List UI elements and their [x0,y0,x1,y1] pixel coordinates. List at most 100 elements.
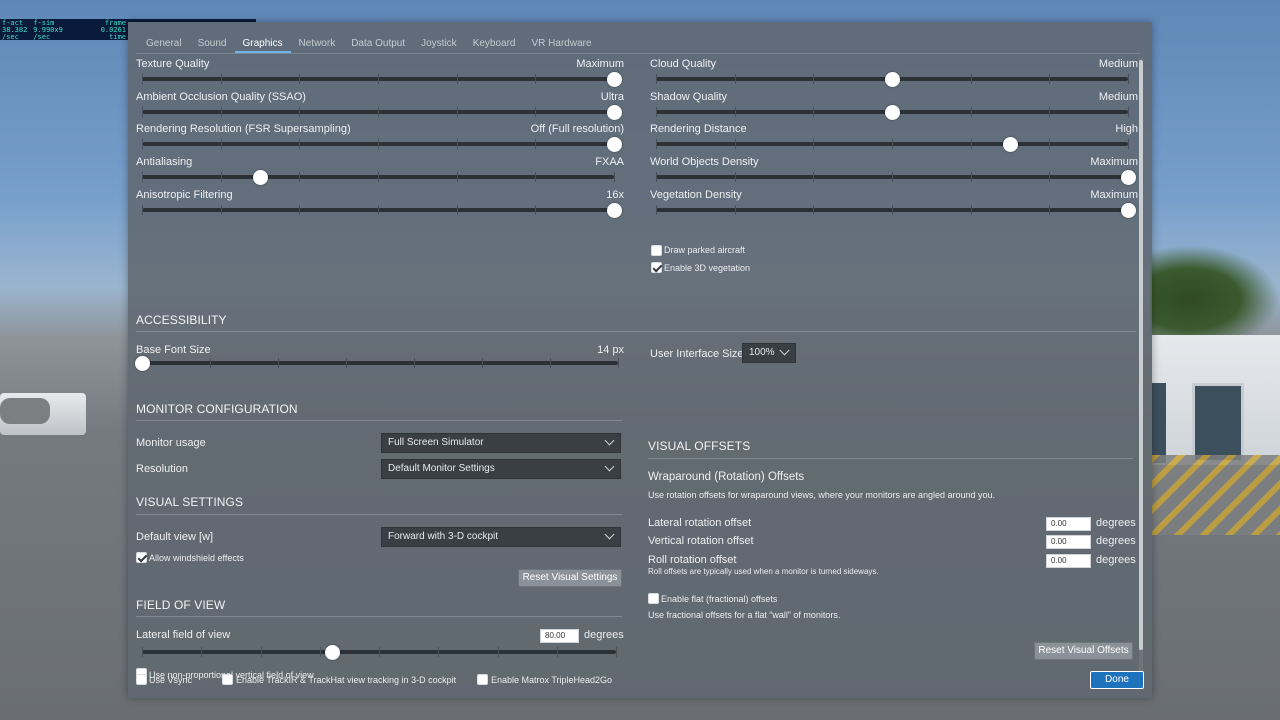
rendering-distance-slider[interactable] [656,137,1129,153]
section-divider [136,514,622,515]
slider-handle[interactable] [607,104,622,120]
roll-rotation-offset-label: Roll rotation offset [648,554,737,566]
monitor-usage-label: Monitor usage [136,437,206,449]
slider-tick [970,172,972,183]
antialiasing-slider[interactable] [142,170,615,186]
slider-tick [535,139,537,150]
cloud-quality-slider[interactable] [656,72,1129,87]
content-scrollbar-thumb[interactable] [1139,60,1143,650]
slider-handle[interactable] [253,170,268,186]
texture-quality-slider[interactable] [142,72,622,87]
resolution-select[interactable]: Default Monitor Settings [381,459,621,479]
cloud-quality-label: Cloud Quality [650,58,717,70]
base-font-size-slider[interactable] [135,356,619,371]
slider-tick [616,647,617,657]
background-hangar-door [1152,383,1166,463]
slider-tick [299,106,301,117]
roll-rotation-offset-input[interactable]: 0.00 [1046,554,1091,568]
perf-unit: /sec [2,33,19,41]
lateral-fov-input[interactable]: 80.00 [540,629,579,643]
slider-tick [438,647,440,657]
slider-tick [1049,106,1051,117]
tab-data-output[interactable]: Data Output [343,37,413,53]
done-button[interactable]: Done [1090,671,1144,689]
ambient-occlusion-quality-ssao-value: Ultra [600,90,624,103]
slider-tick [813,139,815,150]
slider-tick [414,358,415,368]
slider-tick [535,106,537,117]
tab-sound[interactable]: Sound [190,37,235,53]
slider-handle[interactable] [1121,170,1136,186]
tab-graphics[interactable]: Graphics [234,37,291,53]
tab-network[interactable]: Network [291,37,344,53]
slider-tick [656,204,657,215]
background-hangar-door [1192,383,1244,463]
wraparound-offsets-description: Use rotation offsets for wraparound view… [648,490,996,500]
vegetation-density-label: Vegetation Density [650,188,742,201]
slider-handle[interactable] [135,356,150,371]
slider-tick [378,74,379,84]
slider-tick [142,204,143,215]
slider-handle[interactable] [607,137,622,153]
draw-parked-aircraft-checkbox[interactable] [651,245,662,256]
chevron-down-icon [604,531,614,541]
tab-keyboard[interactable]: Keyboard [465,37,524,53]
slider-handle[interactable] [885,72,900,87]
slider-handle[interactable] [1003,137,1018,153]
reset-visual-offsets-button[interactable]: Reset Visual Offsets [1034,642,1133,660]
slider-tick [970,139,972,150]
slider-tick [734,139,736,150]
enable-flat-offsets-checkbox[interactable] [648,593,659,604]
world-objects-density-slider[interactable] [656,170,1136,186]
settings-content: Texture Quality Maximum Ambient Occlusion … [128,54,1138,684]
slider-handle[interactable] [324,645,340,660]
slider-tick [1049,139,1051,150]
slider-tick [556,647,558,657]
tab-joystick[interactable]: Joystick [413,37,465,53]
lateral-fov-unit: degrees [584,629,624,641]
slider-tick [210,358,211,368]
vegetation-density-slider[interactable] [656,202,1136,218]
slider-handle[interactable] [607,202,622,218]
world-objects-density-value: Maximum [1090,156,1138,169]
shadow-quality-value: Medium [1098,90,1138,103]
background-trees [1150,245,1280,335]
allow-windshield-effects-label: Allow windshield effects [149,553,244,563]
cloud-quality-value: Medium [1098,58,1138,70]
enable-matrox-checkbox[interactable] [477,674,488,685]
monitor-usage-select[interactable]: Full Screen Simulator [381,433,621,453]
flat-offsets-description: Use fractional offsets for a flat “wall”… [648,610,841,620]
base-font-size-label: Base Font Size [136,344,211,356]
ui-size-select[interactable]: 100% [742,343,796,363]
texture-quality-label: Texture Quality [136,58,210,70]
tab-general[interactable]: General [138,37,190,53]
slider-handle[interactable] [885,104,900,120]
shadow-quality-slider[interactable] [656,104,1129,120]
vegetation-density-value: Maximum [1090,188,1138,201]
enable-trackir-checkbox[interactable] [222,674,233,685]
allow-windshield-effects-checkbox[interactable] [136,552,147,563]
slider-tick [142,74,143,84]
slider-tick [892,204,893,215]
slider-tick [1049,204,1051,215]
slider-tick [892,172,893,183]
section-divider [136,616,622,617]
lateral-rotation-offset-input[interactable]: 0.00 [1046,517,1091,531]
default-view-select[interactable]: Forward with 3-D cockpit [381,527,621,547]
slider-tick [535,74,537,84]
use-vsync-checkbox[interactable] [136,674,147,685]
reset-visual-settings-button[interactable]: Reset Visual Settings [518,569,622,587]
rendering-resolution-fsr-supersampling-slider[interactable] [142,137,622,153]
tab-vr-hardware[interactable]: VR Hardware [524,37,600,53]
vertical-rotation-offset-input[interactable]: 0.00 [1046,535,1091,549]
anisotropic-filtering-slider[interactable] [142,202,622,218]
enable-3d-vegetation-checkbox[interactable] [651,262,662,273]
slider-track[interactable] [142,361,618,365]
section-divider [136,331,1136,332]
enable-flat-offsets-label: Enable flat (fractional) offsets [661,594,778,604]
slider-handle[interactable] [1121,202,1136,218]
slider-tick [497,647,499,657]
lateral-fov-slider[interactable] [142,645,617,660]
ambient-occlusion-quality-ssao-slider[interactable] [142,104,622,120]
slider-handle[interactable] [607,72,622,87]
